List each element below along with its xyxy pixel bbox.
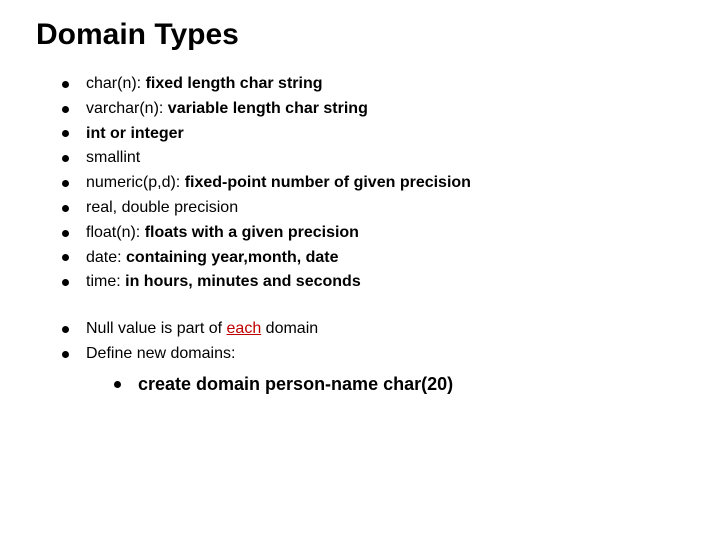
page-title: Domain Types (36, 18, 690, 52)
list-item: char(n): fixed length char string (56, 72, 690, 97)
list-item: Null value is part of each domain (56, 317, 690, 342)
sub-list: create domain person-name char(20) (86, 371, 690, 398)
bullet-group-1: char(n): fixed length char string varcha… (36, 72, 690, 295)
list-item: numeric(p,d): fixed-point number of give… (56, 171, 690, 196)
list-item: time: in hours, minutes and seconds (56, 270, 690, 295)
list-item: smallint (56, 146, 690, 171)
list-item: Define new domains: create domain person… (56, 342, 690, 398)
list-item: date: containing year,month, date (56, 246, 690, 271)
sub-list-item: create domain person-name char(20) (110, 371, 690, 398)
bullet-group-2: Null value is part of each domain Define… (36, 317, 690, 398)
list-item: float(n): floats with a given precision (56, 221, 690, 246)
emphasis-text: each (227, 320, 262, 337)
list-item: int or integer (56, 122, 690, 147)
list-item: varchar(n): variable length char string (56, 97, 690, 122)
list-item: real, double precision (56, 196, 690, 221)
